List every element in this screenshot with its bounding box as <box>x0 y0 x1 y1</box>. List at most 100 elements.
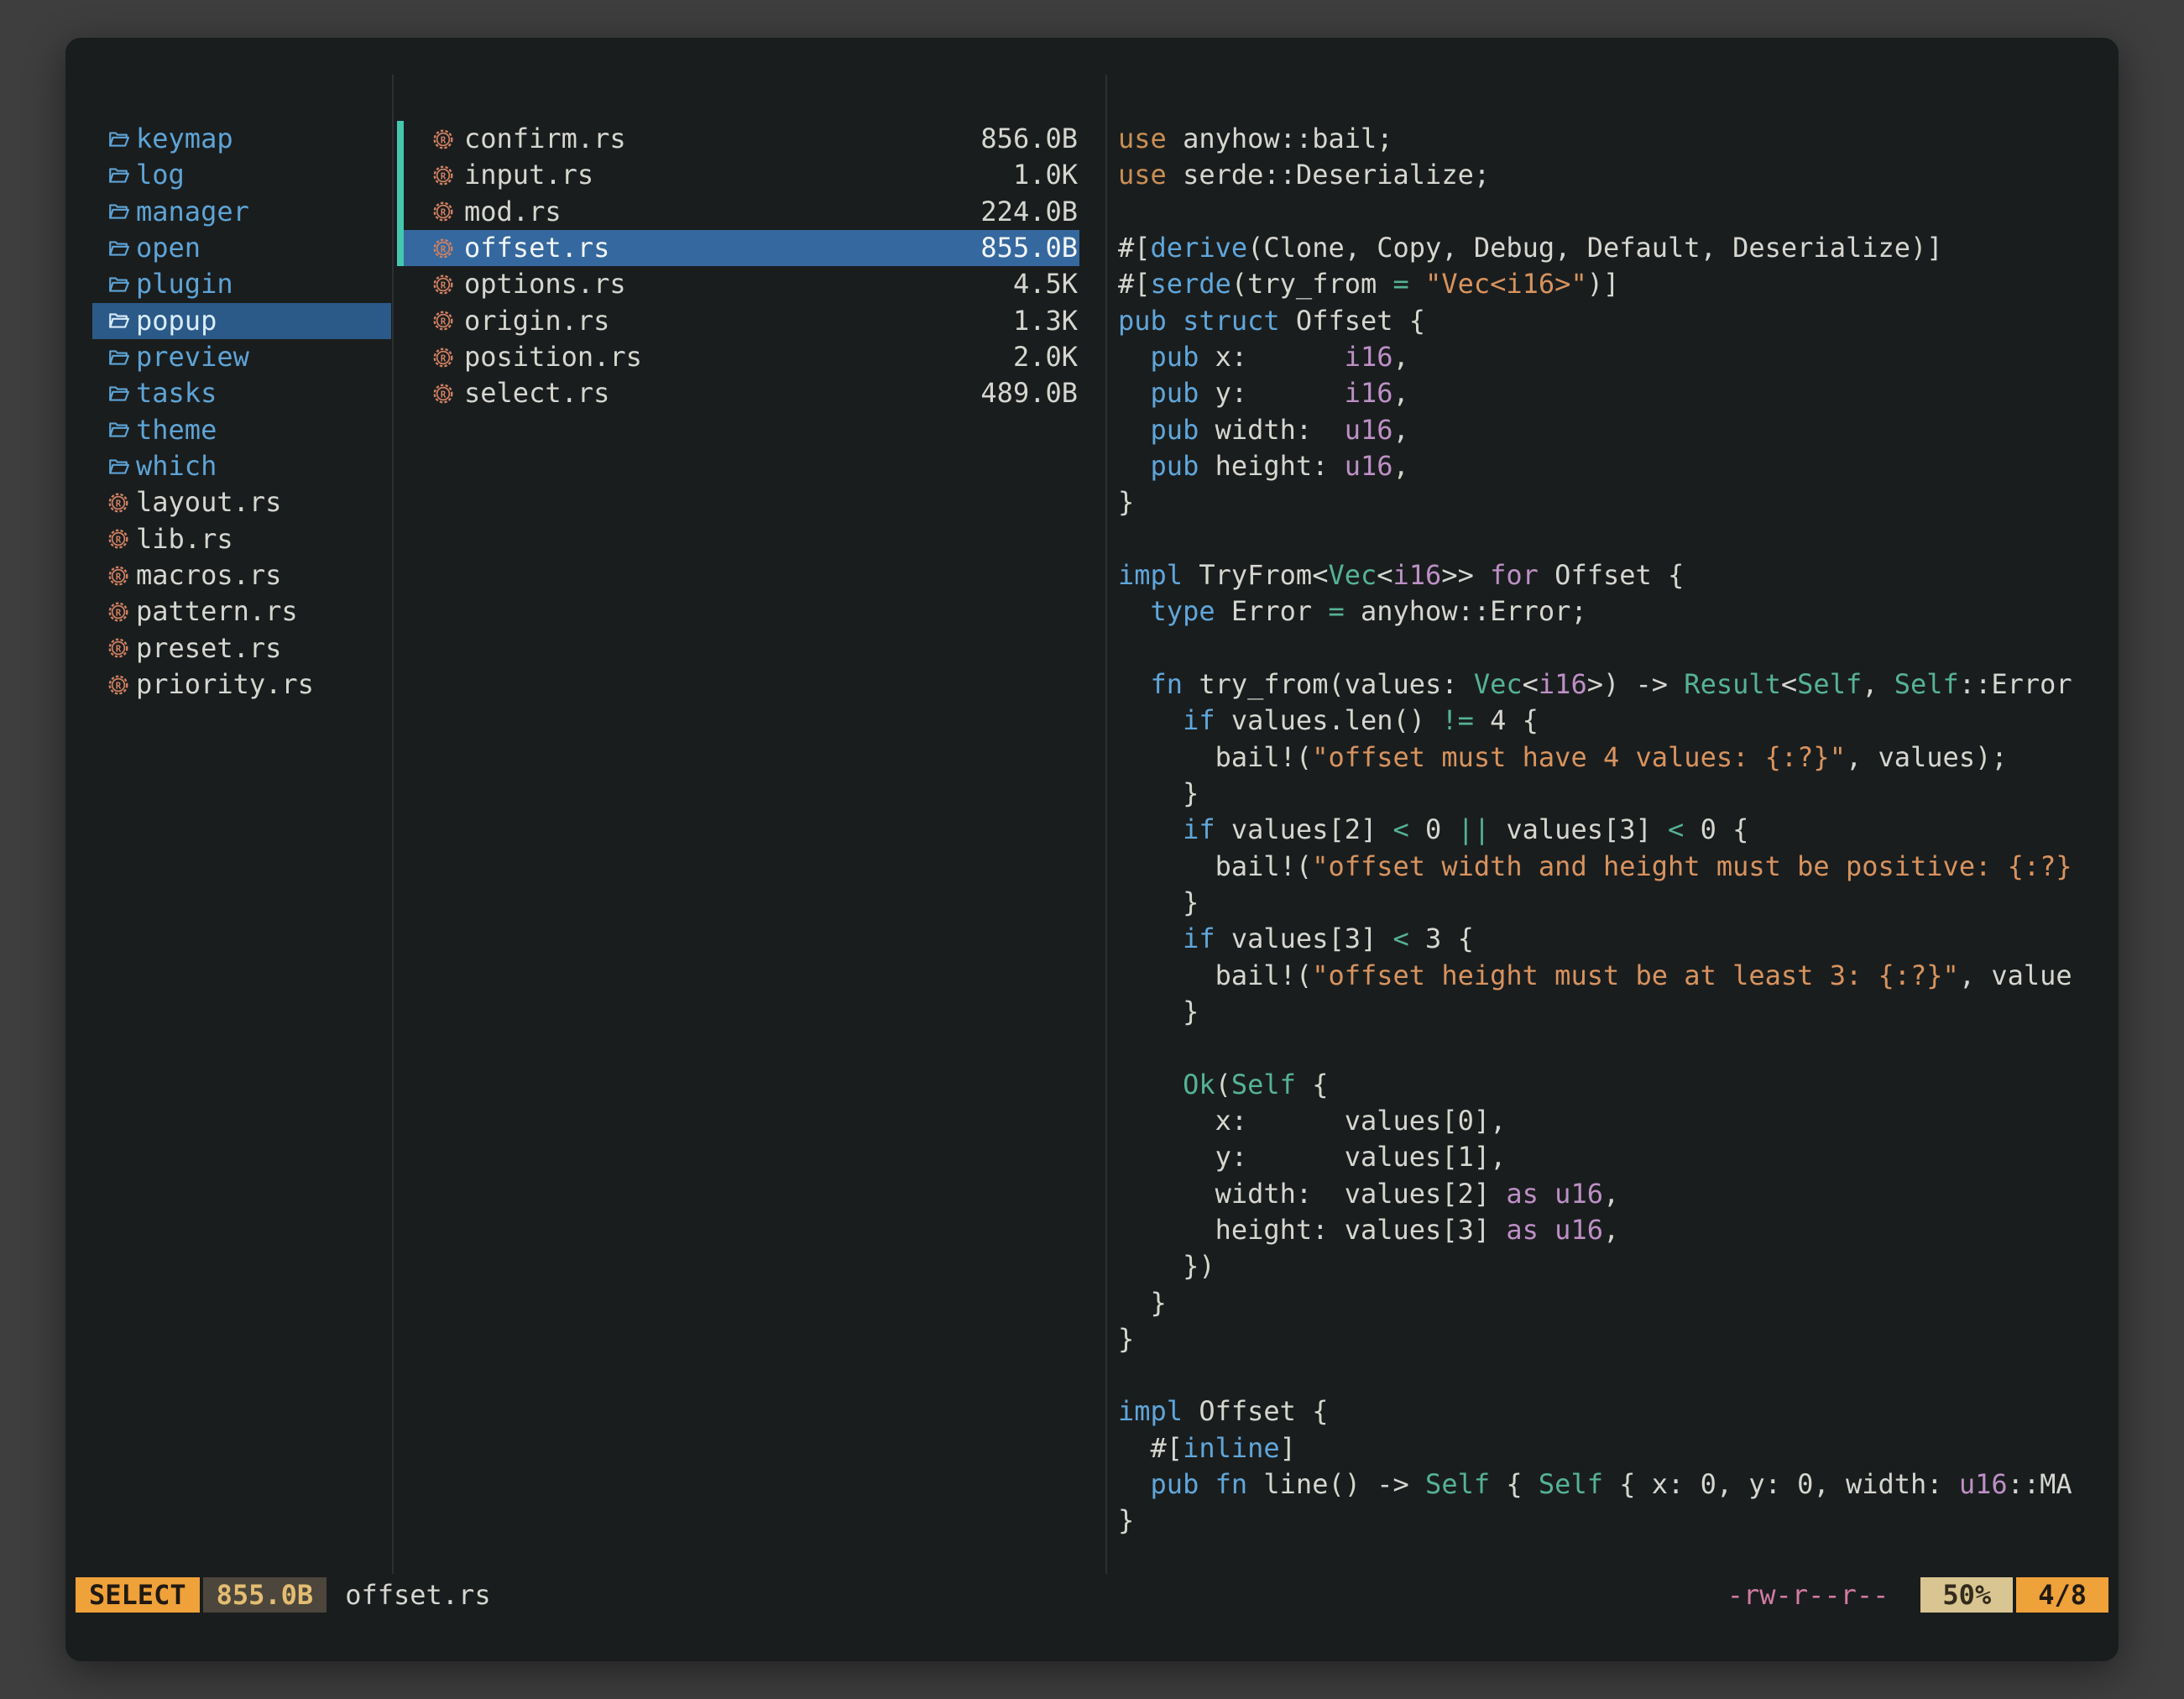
mode-badge: SELECT <box>76 1577 200 1613</box>
file-name: layout.rs <box>136 484 281 520</box>
file-item-origin-rs[interactable]: Rorigin.rs 1.3K <box>397 303 1079 339</box>
folder-icon <box>107 201 129 222</box>
file-name: offset.rs <box>464 230 609 266</box>
rust-file-icon: R <box>432 165 454 186</box>
preview-pane: use anyhow::bail;use serde::Deserialize;… <box>1107 121 2119 1569</box>
file-item-confirm-rs[interactable]: Rconfirm.rs856.0B <box>397 121 1079 157</box>
code-line: x: values[0], <box>1118 1103 2119 1139</box>
file-item-layout-rs[interactable]: Rlayout.rs <box>92 484 391 520</box>
code-line <box>1118 194 2119 230</box>
code-line: pub x: i16, <box>1118 339 2119 375</box>
folder-item-log[interactable]: log <box>92 157 391 193</box>
folder-name: preview <box>136 339 249 375</box>
folder-icon <box>107 274 129 295</box>
rust-file-icon: R <box>432 201 454 222</box>
code-line: #[inline] <box>1118 1430 2119 1466</box>
code-line: bail!("offset must have 4 values: {:?}",… <box>1118 740 2119 776</box>
code-line: #[derive(Clone, Copy, Debug, Default, De… <box>1118 230 2119 266</box>
code-line: impl TryFrom<Vec<i16>> for Offset { <box>1118 557 2119 593</box>
file-item-select-rs[interactable]: Rselect.rs 489.0B <box>397 375 1079 411</box>
code-line: pub fn line() -> Self { Self { x: 0, y: … <box>1118 1466 2119 1503</box>
file-item-priority-rs[interactable]: Rpriority.rs <box>92 667 391 703</box>
folder-item-plugin[interactable]: plugin <box>92 266 391 302</box>
code-line: } <box>1118 1285 2119 1321</box>
code-line: bail!("offset height must be at least 3:… <box>1118 958 2119 994</box>
file-name: preset.rs <box>136 630 281 667</box>
file-item-pattern-rs[interactable]: Rpattern.rs <box>92 593 391 630</box>
folder-name: log <box>136 157 185 193</box>
folder-item-tasks[interactable]: tasks <box>92 375 391 411</box>
folder-item-preview[interactable]: preview <box>92 339 391 375</box>
code-line <box>1118 630 2119 667</box>
selection-marker <box>397 157 404 193</box>
code-line: Ok(Self { <box>1118 1067 2119 1103</box>
selection-marker <box>397 121 404 157</box>
svg-text:R: R <box>441 243 447 254</box>
folder-item-keymap[interactable]: keymap <box>92 121 391 157</box>
file-name: origin.rs <box>464 303 609 339</box>
file-size: 856.0B <box>980 121 1078 157</box>
code-line: fn try_from(values: Vec<i16>) -> Result<… <box>1118 667 2119 703</box>
current-pane: Rconfirm.rs856.0BRinput.rs1.0KRmod.rs224… <box>397 121 1106 412</box>
code-line: pub struct Offset { <box>1118 303 2119 339</box>
file-item-options-rs[interactable]: Roptions.rs4.5K <box>397 266 1079 302</box>
code-line: #[serde(try_from = "Vec<i16>")] <box>1118 266 2119 302</box>
folder-item-popup[interactable]: popup <box>92 303 391 339</box>
code-line: type Error = anyhow::Error; <box>1118 593 2119 630</box>
file-manager-window: keymaplogmanageropenpluginpopuppreviewta… <box>65 38 2119 1661</box>
rust-file-icon: R <box>432 383 454 405</box>
file-item-position-rs[interactable]: Rposition.rs2.0K <box>397 339 1079 375</box>
file-item-preset-rs[interactable]: Rpreset.rs <box>92 630 391 667</box>
code-line: } <box>1118 776 2119 812</box>
folder-name: popup <box>136 303 217 339</box>
file-item-macros-rs[interactable]: Rmacros.rs <box>92 557 391 593</box>
svg-text:R: R <box>441 316 447 327</box>
parent-pane: keymaplogmanageropenpluginpopuppreviewta… <box>92 121 391 703</box>
rust-file-icon: R <box>432 238 454 259</box>
folder-item-open[interactable]: open <box>92 230 391 266</box>
svg-text:R: R <box>441 280 447 290</box>
rust-file-icon: R <box>432 274 454 295</box>
code-line <box>1118 1357 2119 1393</box>
selection-marker <box>397 230 404 266</box>
file-name: macros.rs <box>136 557 281 593</box>
code-line: if values.len() != 4 { <box>1118 703 2119 739</box>
file-size: 855.0B <box>980 230 1078 266</box>
svg-text:R: R <box>116 607 122 618</box>
file-item-mod-rs[interactable]: Rmod.rs224.0B <box>397 194 1079 230</box>
file-item-lib-rs[interactable]: Rlib.rs <box>92 521 391 557</box>
folder-item-theme[interactable]: theme <box>92 412 391 448</box>
file-name: pattern.rs <box>136 593 298 630</box>
folder-icon <box>107 128 129 150</box>
code-line: } <box>1118 885 2119 921</box>
svg-text:R: R <box>441 134 447 145</box>
folder-name: theme <box>136 412 217 448</box>
file-name: input.rs <box>464 157 593 193</box>
code-line: height: values[3] as u16, <box>1118 1212 2119 1248</box>
code-line: if values[3] < 3 { <box>1118 921 2119 957</box>
folder-icon <box>107 347 129 369</box>
svg-text:R: R <box>116 535 122 546</box>
file-item-input-rs[interactable]: Rinput.rs 1.0K <box>397 157 1079 193</box>
code-line: } <box>1118 1321 2119 1357</box>
scroll-percent-badge: 50% <box>1920 1577 2013 1613</box>
folder-item-manager[interactable]: manager <box>92 194 391 230</box>
folder-item-which[interactable]: which <box>92 448 391 484</box>
code-line: y: values[1], <box>1118 1139 2119 1175</box>
file-item-offset-rs[interactable]: Roffset.rs 855.0B <box>397 230 1079 266</box>
code-line: }) <box>1118 1248 2119 1284</box>
selection-marker <box>397 339 404 375</box>
cursor-position-badge: 4/8 <box>2016 1577 2108 1613</box>
rust-file-icon: R <box>107 674 129 696</box>
file-size: 489.0B <box>980 375 1078 411</box>
code-line: use serde::Deserialize; <box>1118 157 2119 193</box>
file-size: 1.3K <box>1013 303 1078 339</box>
code-line <box>1118 1030 2119 1066</box>
file-name: select.rs <box>464 375 609 411</box>
folder-name: tasks <box>136 375 217 411</box>
rust-file-icon: R <box>432 128 454 150</box>
file-size: 1.0K <box>1013 157 1078 193</box>
file-size-badge: 855.0B <box>203 1577 327 1613</box>
folder-name: open <box>136 230 201 266</box>
folder-name: manager <box>136 194 249 230</box>
